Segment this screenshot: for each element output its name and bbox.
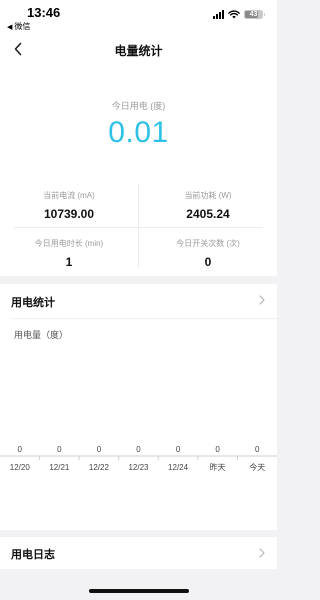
- chart-value-label: 0: [215, 445, 220, 454]
- chart-value-label: 0: [97, 445, 102, 454]
- chart-category-label: 12/23: [128, 463, 149, 472]
- battery-level: 43: [249, 10, 258, 18]
- stat-power-value: 2405.24: [186, 207, 230, 221]
- summary-card: 今日用电 (度) 0.01 当前电流 (mA) 10739.00 当前功耗 (W…: [0, 64, 277, 276]
- chart-category-label: 12/20: [10, 463, 31, 472]
- stat-duration-label: 今日用电时长 (min): [34, 239, 104, 248]
- stat-switch-count-label: 今日开关次数 (次): [176, 239, 240, 248]
- usage-bar-chart: 0 12/20 0 12/21 0 12/22 0 12/23 0 12/24 0 昨天 0 今天: [0, 445, 277, 472]
- stat-power: 当前功耗 (W) 2405.24: [139, 190, 277, 221]
- back-to-app-link[interactable]: ◀ 微信: [7, 21, 30, 32]
- stat-current-label: 当前电流 (mA): [43, 191, 95, 200]
- chart-category-label: 今天: [249, 462, 265, 472]
- wifi-icon: [228, 9, 240, 19]
- stat-duration: 今日用电时长 (min) 1: [0, 238, 138, 269]
- stat-switch-count-value: 0: [204, 255, 212, 269]
- usage-log-row[interactable]: 用电日志: [0, 537, 277, 569]
- battery-icon: 43: [244, 9, 265, 19]
- chart-category-label: 12/24: [168, 463, 189, 472]
- stat-power-label: 当前功耗 (W): [184, 191, 232, 200]
- chart-category-label: 12/22: [89, 463, 110, 472]
- chart-value-label: 0: [176, 445, 181, 454]
- status-time: 13:46: [27, 5, 61, 20]
- stat-current: 当前电流 (mA) 10739.00: [0, 190, 138, 221]
- status-bar: 13:46 ◀ 微信 43: [0, 0, 277, 36]
- home-indicator: [89, 589, 189, 593]
- back-triangle-icon: ◀: [7, 24, 13, 31]
- chevron-right-icon: [259, 548, 265, 558]
- chart-category-label: 昨天: [210, 462, 226, 472]
- today-usage-label: 今日用电 (度): [111, 101, 166, 111]
- chart-category-label: 12/21: [49, 463, 70, 472]
- stats-divider-horizontal: [14, 227, 263, 228]
- back-app-label: 微信: [14, 22, 31, 31]
- stat-duration-value: 1: [65, 255, 73, 269]
- usage-chart-section: 用电统计 用电量（度） 0 12/20 0 12/21 0 12/22 0 12/23 0 12/…: [0, 284, 277, 530]
- chart-value-label: 0: [136, 445, 141, 454]
- page-title: 电量统计: [114, 44, 163, 58]
- stat-switch-count: 今日开关次数 (次) 0: [139, 238, 277, 269]
- chart-value-label: 0: [57, 445, 62, 454]
- nav-bar: 电量统计: [0, 36, 277, 64]
- signal-icon: [213, 9, 224, 19]
- stats-grid: 当前电流 (mA) 10739.00 当前功耗 (W) 2405.24 今日用电…: [0, 184, 277, 276]
- today-usage-value: 0.01: [108, 116, 169, 149]
- chart-value-label: 0: [255, 445, 260, 454]
- stat-current-value: 10739.00: [43, 207, 95, 221]
- status-icons: 43: [213, 8, 265, 20]
- usage-log-title: 用电日志: [11, 549, 55, 561]
- chart-value-label: 0: [18, 445, 23, 454]
